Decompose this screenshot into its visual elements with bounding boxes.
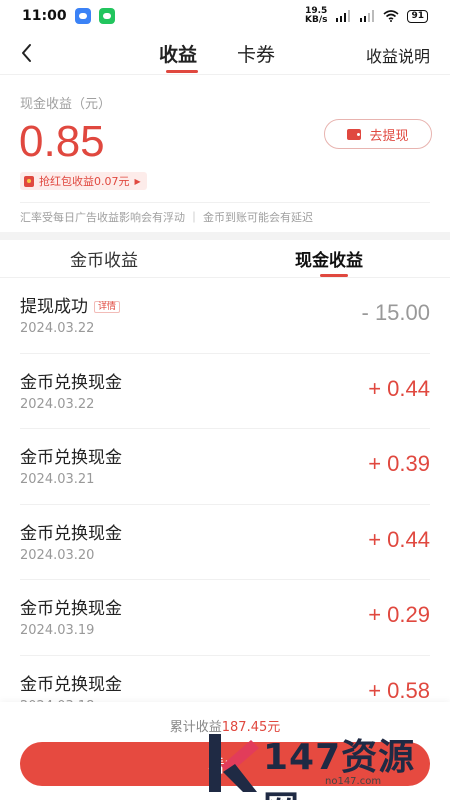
cash-earnings-label: 现金收益（元）	[20, 97, 112, 112]
network-speed: 19.5 KB/s	[305, 7, 327, 25]
record-date: 2024.03.19	[20, 623, 95, 638]
watermark-logo-icon	[209, 734, 259, 792]
signal-icon-2	[360, 10, 375, 22]
red-packet-text: 抢红包收益0.07元	[39, 175, 130, 188]
record-date: 2024.03.21	[20, 472, 95, 487]
status-bar: 11:00 19.5 KB/s 91	[0, 0, 450, 32]
list-item[interactable]: 金币兑换现金 2024.03.22 + 0.44	[20, 354, 430, 429]
record-amount: + 0.58	[368, 677, 430, 703]
detail-tag[interactable]: 详情	[94, 301, 121, 313]
tab-coin-earnings[interactable]: 金币收益	[70, 246, 138, 271]
record-title: 金币兑换现金	[20, 523, 122, 544]
record-title: 提现成功 详情	[20, 292, 121, 317]
app-notification-icon	[74, 8, 91, 24]
record-title: 金币兑换现金	[20, 372, 122, 393]
nav-header: 收益 卡券 收益说明	[0, 32, 450, 74]
record-title: 金币兑换现金	[20, 448, 122, 468]
watermark-url: no147.com	[325, 776, 382, 787]
active-inner-tab-indicator	[320, 274, 348, 277]
record-amount: - 15.00	[361, 300, 431, 325]
cash-earnings-amount: 0.85	[19, 117, 105, 166]
section-gap	[0, 232, 450, 240]
list-item[interactable]: 金币兑换现金 2024.03.20 + 0.44	[20, 505, 430, 580]
list-item[interactable]: 提现成功 详情 2024.03.22 - 15.00	[20, 278, 430, 354]
record-date: 2024.03.22	[20, 321, 95, 336]
status-time: 11:00	[22, 8, 67, 24]
record-amount: + 0.44	[368, 526, 430, 552]
back-arrow-icon[interactable]	[16, 38, 42, 68]
record-date: 2024.03.22	[20, 396, 95, 412]
list-item[interactable]: 金币兑换现金 2024.03.19 + 0.29	[20, 580, 430, 656]
red-packet-icon	[24, 175, 34, 187]
record-date: 2024.03.20	[20, 547, 95, 563]
earnings-type-tabs: 金币收益 现金收益	[0, 240, 450, 278]
withdraw-label: 去提现	[369, 128, 409, 144]
caret-right-icon: ▶	[134, 176, 141, 186]
record-title: 金币兑换现金	[20, 599, 122, 619]
status-indicators: 19.5 KB/s 91	[305, 7, 428, 25]
watermark-text: 147资源网	[263, 737, 416, 800]
record-amount: + 0.29	[368, 602, 430, 627]
earnings-record-list: 提现成功 详情 2024.03.22 - 15.00 金币兑换现金 2024.03…	[0, 278, 450, 731]
tab-earnings[interactable]: 收益	[159, 40, 197, 67]
watermark: 147资源网 no147.com	[205, 728, 445, 800]
active-tab-indicator	[166, 70, 198, 73]
withdraw-button[interactable]: 去提现	[324, 119, 432, 149]
record-amount: + 0.44	[368, 375, 430, 401]
wifi-icon	[383, 10, 399, 22]
tab-coupons[interactable]: 卡券	[237, 40, 275, 67]
wallet-icon	[347, 128, 362, 140]
cash-summary: 现金收益（元） 0.85 去提现 抢红包收益0.07元 ▶ 汇率受每日广告收益影…	[0, 74, 450, 232]
wechat-notification-icon	[98, 8, 115, 24]
record-title-text: 提现成功	[20, 297, 88, 317]
red-packet-earnings-pill[interactable]: 抢红包收益0.07元 ▶	[20, 172, 147, 190]
earnings-explanation-link[interactable]: 收益说明	[366, 43, 430, 67]
record-amount: + 0.39	[368, 451, 430, 476]
divider	[20, 202, 430, 203]
record-title: 金币兑换现金	[20, 674, 122, 695]
net-speed-unit: KB/s	[304, 15, 328, 25]
battery-icon: 91	[407, 9, 428, 23]
list-item[interactable]: 金币兑换现金 2024.03.21 + 0.39	[20, 429, 430, 505]
tab-cash-earnings[interactable]: 现金收益	[295, 246, 363, 271]
exchange-rate-notice: 汇率受每日广告收益影响会有浮动 ｜ 金币到账可能会有延迟	[20, 211, 313, 224]
signal-icon	[336, 10, 351, 22]
